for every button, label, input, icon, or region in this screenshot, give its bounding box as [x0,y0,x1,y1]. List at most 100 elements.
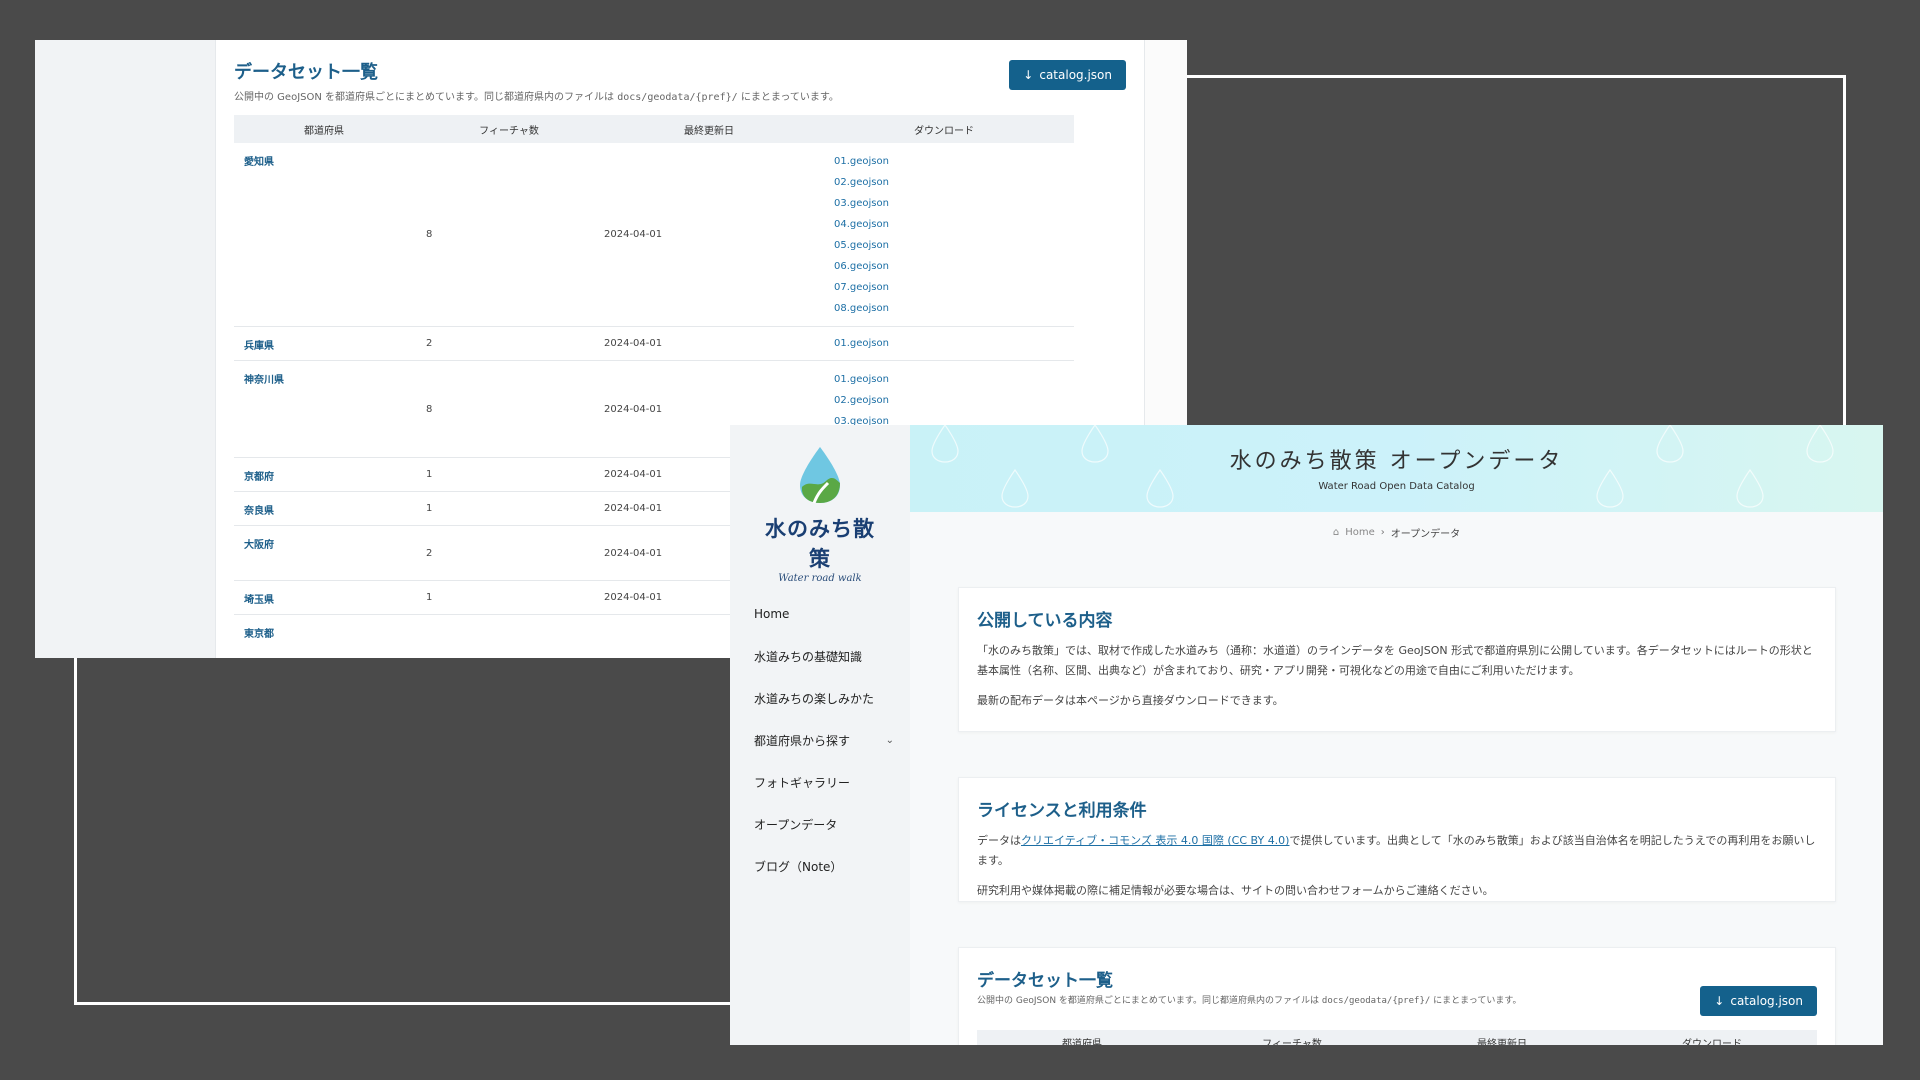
download-list: 01.geojson 02.geojson 03.geojson 04.geoj… [814,143,1074,326]
nav-label: 水道みちの基礎知識 [754,649,863,664]
pref-link[interactable]: 大阪府 [234,526,414,580]
feature-count: 8 [426,229,433,240]
dataset-title: データセット一覧 [234,62,378,83]
nav-label: Home [754,607,790,621]
section-paragraph: データはクリエイティブ・コモンズ 表示 4.0 国際 (CC BY 4.0)で提… [977,831,1817,871]
pref-link[interactable]: 京都府 [234,458,414,491]
geojson-link[interactable]: 05.geojson [834,235,1074,256]
back-sidebar [35,40,215,658]
subtitle-text-end: にまとまっています。 [1433,996,1522,1006]
column-header-download: ダウンロード [1682,1038,1742,1046]
section-title: ライセンスと利用条件 [977,801,1147,821]
pref-link[interactable]: 埼玉県 [234,581,414,614]
geojson-link[interactable]: 01.geojson [834,369,1074,390]
column-header-pref: 都道府県 [304,125,344,137]
dataset-header: データセット一覧 公開中の GeoJSON を都道府県ごとにまとめています。同じ… [234,58,1126,118]
nav-item-home[interactable]: Home [754,593,894,635]
geojson-link[interactable]: 03.geojson [834,193,1074,214]
geojson-link[interactable]: 06.geojson [834,256,1074,277]
section-paragraph: 「水のみち散策」では、取材で作成した水道みち（通称：水道道）のラインデータを G… [977,644,1813,677]
dataset-subtitle: 公開中の GeoJSON を都道府県ごとにまとめています。同じ都道府県内のファイ… [977,993,1817,1006]
table-header: 都道府県 フィーチャ数 最終更新日 ダウンロード [977,1030,1817,1045]
nav-item-gallery[interactable]: フォトギャラリー [754,761,894,803]
section-paragraph: 最新の配布データは本ページから直接ダウンロードできます。 [977,694,1284,707]
site-logo[interactable]: 水のみち散策 Water road walk [760,445,880,584]
column-header-date: 最終更新日 [684,125,734,137]
column-header-date: 最終更新日 [1477,1038,1527,1046]
nav-label: ブログ（Note） [754,859,843,874]
geojson-link[interactable]: 02.geojson [834,172,1074,193]
column-header-download: ダウンロード [914,125,974,137]
updated-date: 2024-04-01 [604,229,663,240]
logo-text: 水のみち散策 [765,516,875,571]
section-title: データセット一覧 [977,971,1113,991]
nav-label: フォトギャラリー [754,775,851,790]
geojson-link[interactable]: 07.geojson [834,277,1074,298]
catalog-button-label: catalog.json [1730,994,1803,1008]
pref-link[interactable]: 神奈川県 [234,361,414,457]
nav-item-enjoy[interactable]: 水道みちの楽しみかた [754,677,894,719]
download-list: 01.geojson [814,327,1074,360]
nav-item-blog[interactable]: ブログ（Note） [754,845,894,887]
chevron-right-icon: › [1380,527,1385,538]
hero-banner: 水のみち散策 オープンデータ Water Road Open Data Cata… [910,425,1883,512]
geojson-link[interactable]: 01.geojson [834,333,1074,354]
breadcrumb: ⌂ Home › オープンデータ [910,525,1883,540]
subtitle-text: 公開中の GeoJSON を都道府県ごとにまとめています。同じ都道府県内のファイ… [977,996,1320,1006]
updated-date: 2024-04-01 [604,338,663,349]
section-title: 公開している内容 [977,611,1113,631]
pref-link[interactable]: 兵庫県 [234,327,414,360]
nav-label: オープンデータ [754,817,838,832]
subtitle-text-end: にまとまっています。 [740,92,839,103]
column-header-count: フィーチャ数 [1262,1038,1322,1046]
geojson-link[interactable]: 04.geojson [834,214,1074,235]
license-link[interactable]: クリエイティブ・コモンズ 表示 4.0 国際 (CC BY 4.0) [1021,834,1289,847]
hero-title: 水のみち散策 オープンデータ [1229,449,1564,474]
pref-link[interactable]: 奈良県 [234,492,414,525]
paragraph-text: データは [977,834,1021,847]
home-icon: ⌂ [1332,527,1340,538]
catalog-button-label: catalog.json [1039,68,1112,82]
catalog-json-button[interactable]: ↓ catalog.json [1700,986,1817,1016]
download-arrow-icon: ↓ [1714,994,1725,1008]
feature-count: 1 [426,469,433,480]
chevron-down-icon: ⌄ [885,734,894,746]
dataset-subtitle: 公開中の GeoJSON を都道府県ごとにまとめています。同じ都道府県内のファイ… [234,88,1126,103]
section-paragraph: 研究利用や媒体掲載の際に補足情報が必要な場合は、サイトの問い合わせフォームからご… [977,884,1494,897]
download-arrow-icon: ↓ [1023,68,1034,82]
breadcrumb-home[interactable]: Home [1345,527,1375,538]
subtitle-path: docs/geodata/{pref}/ [1321,996,1431,1006]
nav-item-prefectures[interactable]: 都道府県から探す ⌄ [754,719,894,761]
nav-label: 水道みちの楽しみかた [754,691,875,706]
logo-subtext: Water road walk [778,573,862,584]
geojson-link[interactable]: 01.geojson [834,151,1074,172]
table-row: 兵庫県 2 2024-04-01 01.geojson [234,327,1074,361]
table-header: 都道府県 フィーチャ数 最終更新日 ダウンロード [234,115,1074,143]
breadcrumb-current: オープンデータ [1390,529,1461,540]
feature-count: 2 [426,338,433,349]
section-card-datasets: データセット一覧 公開中の GeoJSON を都道府県ごとにまとめています。同じ… [958,947,1836,1045]
section-card-content: 公開している内容 「水のみち散策」では、取材で作成した水道みち（通称：水道道）の… [958,587,1836,732]
column-header-pref: 都道府県 [1062,1038,1102,1046]
geojson-link[interactable]: 08.geojson [834,298,1074,319]
section-card-license: ライセンスと利用条件 データはクリエイティブ・コモンズ 表示 4.0 国際 (C… [958,777,1836,902]
sidebar-nav: Home 水道みちの基礎知識 水道みちの楽しみかた 都道府県から探す ⌄ フォト… [754,593,894,887]
nav-label: 都道府県から探す [754,733,851,748]
water-drop-logo-icon [800,447,840,504]
front-screenshot: 水のみち散策 Water road walk Home 水道みちの基礎知識 水道… [730,425,1883,1045]
feature-count: 1 [426,592,433,603]
subtitle-path: docs/geodata/{pref}/ [617,92,738,103]
feature-count: 4 [414,615,604,658]
catalog-json-button[interactable]: ↓ catalog.json [1009,60,1126,90]
subtitle-text: 公開中の GeoJSON を都道府県ごとにまとめています。同じ都道府県内のファイ… [234,92,615,103]
pref-link[interactable]: 愛知県 [234,143,414,326]
feature-count: 8 [426,403,433,415]
nav-item-opendata[interactable]: オープンデータ [754,803,894,845]
nav-item-basics[interactable]: 水道みちの基礎知識 [754,635,894,677]
table-row: 愛知県 8 2024-04-01 01.geojson 02.geojson 0… [234,143,1074,327]
feature-count: 1 [426,503,433,514]
pref-link[interactable]: 東京都 [234,615,414,658]
sidebar: 水のみち散策 Water road walk Home 水道みちの基礎知識 水道… [730,425,910,1045]
hero-subtitle: Water Road Open Data Catalog [1318,481,1475,492]
geojson-link[interactable]: 02.geojson [834,390,1074,411]
